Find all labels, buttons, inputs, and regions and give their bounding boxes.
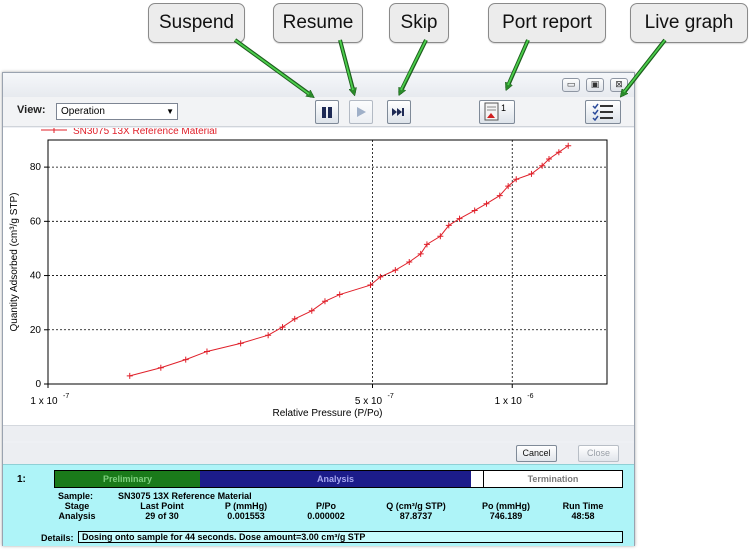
analysis-window: ▭ ▣ ⊠ View: Operation ▼ 1 0 20 40 60 80 …	[2, 72, 635, 546]
play-icon	[357, 107, 366, 117]
status-col-value: 48:58	[571, 511, 595, 521]
phase-progress-bar: Preliminary Analysis Termination	[54, 470, 623, 488]
status-col-header: P/Po	[315, 501, 336, 511]
status-col-value: 87.8737	[399, 511, 433, 521]
details-field: Dosing onto sample for 44 seconds. Dose …	[78, 531, 623, 543]
status-col-value: Analysis	[58, 511, 96, 521]
port-report-badge: 1	[501, 103, 507, 113]
skip-button[interactable]	[387, 100, 411, 124]
checklist-icon	[592, 103, 613, 121]
report-icon	[484, 102, 499, 121]
details-label: Details:	[41, 533, 74, 543]
isotherm-chart: 0 20 40 60 80 1 x 10 -7 5 x 10 -7 1 x 10 -6 Relativ…	[9, 128, 608, 419]
x-tick-label: 5 x 10	[355, 396, 383, 407]
toolbar: View: Operation ▼ 1	[3, 97, 634, 127]
suspend-callout: Suspend	[148, 3, 245, 43]
suspend-button[interactable]	[315, 100, 339, 124]
x-axis-label: Relative Pressure (P/Po)	[272, 408, 382, 419]
live-graph-callout: Live graph	[630, 3, 748, 43]
plot-area: 0 20 40 60 80 1 x 10 -7 5 x 10 -7 1 x 10 -6 Relativ…	[3, 128, 634, 425]
x-tick-exponent: -7	[63, 393, 69, 400]
y-tick-label: 40	[30, 271, 42, 282]
y-tick-label: 20	[30, 325, 42, 336]
phase-termination: Termination	[484, 471, 622, 487]
status-panel: 1: Preliminary Analysis Termination Samp…	[3, 464, 634, 546]
legend-label: SN3075 13X Reference Material	[73, 128, 217, 137]
skip-forward-icon	[392, 108, 404, 116]
minimize-button[interactable]: ▭	[562, 78, 580, 92]
phase-preliminary: Preliminary	[55, 471, 200, 487]
x-tick-label: 1 x 10	[495, 396, 523, 407]
phase-gap	[471, 471, 484, 487]
cancel-button[interactable]: Cancel	[516, 445, 557, 462]
status-col-header: Stage	[64, 501, 90, 511]
y-tick-label: 0	[35, 379, 41, 390]
status-col-value: 0.000002	[307, 511, 345, 521]
resume-callout: Resume	[273, 3, 363, 43]
phase-analysis: Analysis	[200, 471, 471, 487]
legend-marker	[51, 128, 57, 133]
skip-callout: Skip	[389, 3, 449, 43]
status-col-header: P (mmHg)	[224, 501, 268, 511]
pause-icon	[322, 107, 332, 118]
sample-value: SN3075 13X Reference Material	[118, 491, 252, 501]
x-tick-exponent: -6	[527, 393, 533, 400]
status-col-value: 0.001553	[227, 511, 265, 521]
live-graph-button[interactable]	[585, 100, 621, 124]
dialog-button-row: Cancel Close	[3, 443, 634, 465]
close-window-button[interactable]: ⊠	[610, 78, 628, 92]
port-report-button[interactable]: 1	[479, 100, 515, 124]
status-col-header: Last Point	[140, 501, 184, 511]
status-col-value: 29 of 30	[145, 511, 179, 521]
maximize-button[interactable]: ▣	[586, 78, 604, 92]
view-label: View:	[17, 104, 46, 116]
chevron-down-icon: ▼	[166, 107, 174, 116]
sample-label: Sample:	[58, 491, 94, 501]
divider-strip	[3, 425, 634, 441]
view-dropdown-value: Operation	[61, 106, 105, 117]
x-tick-exponent: -7	[387, 393, 393, 400]
close-button[interactable]: Close	[578, 445, 619, 462]
x-tick-label: 1 x 10	[30, 396, 58, 407]
y-tick-label: 60	[30, 216, 42, 227]
port-number: 1:	[17, 474, 26, 485]
port-report-callout: Port report	[488, 3, 606, 43]
resume-button[interactable]	[349, 100, 373, 124]
window-titlebar: ▭ ▣ ⊠	[3, 73, 634, 97]
view-dropdown[interactable]: Operation ▼	[56, 103, 178, 120]
status-col-header: Run Time	[562, 501, 604, 511]
y-axis-label: Quantity Adsorbed (cm³/g STP)	[9, 193, 20, 332]
y-tick-label: 80	[30, 162, 42, 173]
status-col-header: Q (cm³/g STP)	[386, 501, 446, 511]
